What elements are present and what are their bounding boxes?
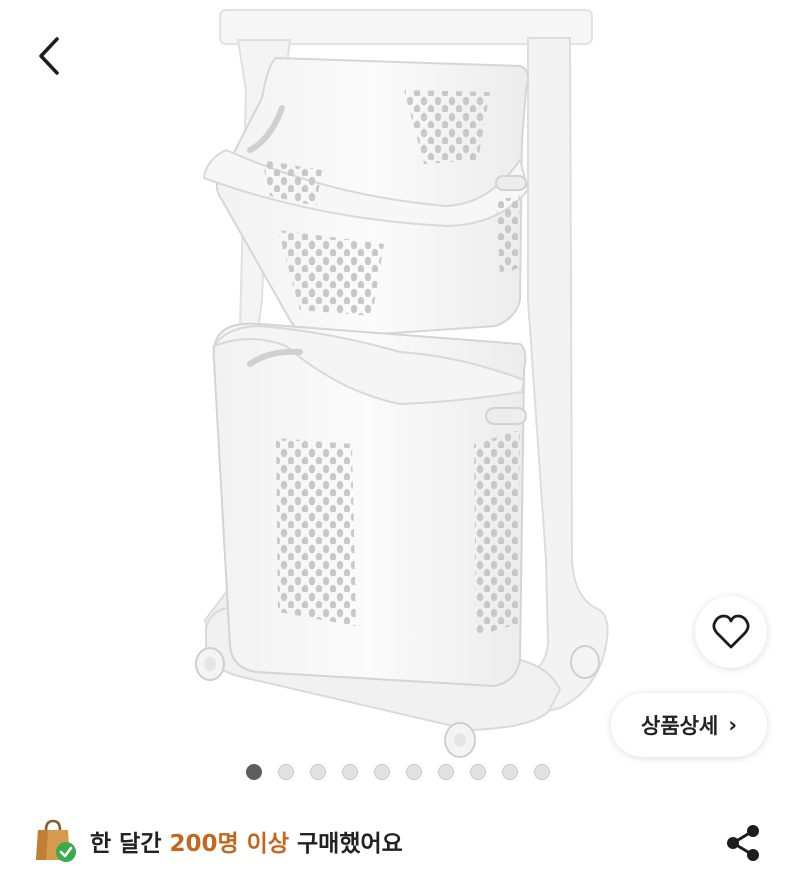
pagination-dot[interactable] — [278, 764, 294, 780]
share-button[interactable] — [718, 818, 768, 868]
pagination-dot[interactable] — [310, 764, 326, 780]
chevron-right-icon: › — [728, 713, 737, 737]
purchase-text-suffix: 구매했어요 — [289, 831, 403, 857]
back-button[interactable] — [22, 30, 74, 82]
share-icon — [727, 825, 759, 861]
gallery-pagination — [246, 764, 550, 780]
purchase-text: 한 달간 200명 이상 구매했어요 — [90, 824, 403, 858]
purchase-text-prefix: 한 달간 — [90, 831, 170, 857]
purchase-info: 한 달간 200명 이상 구매했어요 — [34, 818, 403, 864]
pagination-dot[interactable] — [342, 764, 358, 780]
chevron-left-icon — [39, 37, 59, 75]
heart-outline-icon — [712, 614, 750, 649]
pagination-dot[interactable] — [438, 764, 454, 780]
pagination-dot[interactable] — [470, 764, 486, 780]
product-detail-label: 상품상세 — [641, 714, 719, 738]
shopping-bag-check-icon — [36, 819, 76, 862]
pagination-dot[interactable] — [374, 764, 390, 780]
wishlist-button[interactable] — [695, 596, 767, 668]
pagination-dot[interactable] — [502, 764, 518, 780]
product-image[interactable] — [0, 0, 800, 790]
pagination-dot[interactable] — [246, 764, 262, 780]
purchase-count-highlight: 200명 이상 — [169, 831, 290, 857]
pagination-dot[interactable] — [534, 764, 550, 780]
product-detail-button[interactable]: 상품상세 › — [611, 693, 767, 757]
pagination-dot[interactable] — [406, 764, 422, 780]
